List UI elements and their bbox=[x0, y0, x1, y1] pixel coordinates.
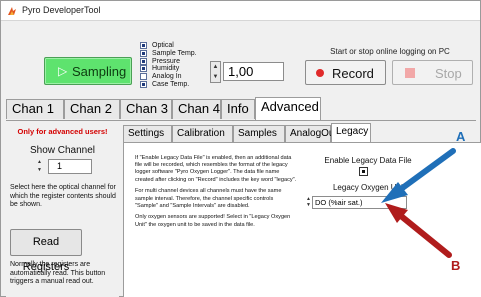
interval-input[interactable]: 1,00 bbox=[223, 62, 284, 81]
legacy-paragraph: Only oxygen sensors are supported! Selec… bbox=[135, 214, 291, 228]
sensor-checklist: Optical Sample Temp. Pressure Humidity Analo… bbox=[140, 42, 215, 89]
sensor-checkbox[interactable] bbox=[140, 42, 147, 49]
sensor-item[interactable]: Analog In bbox=[140, 73, 215, 81]
tab-advanced[interactable]: Advanced bbox=[255, 97, 321, 120]
sensor-item[interactable]: Humidity bbox=[140, 65, 215, 73]
legacy-description: If "Enable Legacy Data File" is enabled,… bbox=[135, 155, 297, 233]
stepper-down-icon[interactable]: ▼ bbox=[36, 167, 43, 174]
stepper-down-icon[interactable]: ▼ bbox=[305, 202, 312, 208]
advanced-left-panel: Only for advanced users! Show Channel ▲ … bbox=[6, 121, 119, 297]
sampling-button[interactable]: ▷ Sampling bbox=[44, 57, 132, 85]
sensor-label: Sample Temp. bbox=[152, 49, 197, 57]
stop-button[interactable]: Stop bbox=[392, 60, 473, 85]
registers-help-text: Normally the registers are automatically… bbox=[10, 261, 106, 285]
checkbox-mark bbox=[362, 170, 365, 173]
sensor-item[interactable]: Case Temp. bbox=[140, 80, 215, 89]
channel-help-text: Select here the optical channel for whic… bbox=[10, 184, 116, 208]
show-channel-label: Show Channel bbox=[29, 145, 96, 156]
channel-input[interactable]: 1 bbox=[48, 159, 92, 174]
app-window: Pyro DeveloperTool ▷ Sampling Optical Sam… bbox=[0, 0, 481, 297]
subtab-calibration[interactable]: Calibration bbox=[172, 125, 233, 142]
record-label: Record bbox=[332, 66, 374, 81]
sampling-label: Sampling bbox=[72, 64, 127, 79]
advanced-sub-tab-bar: Settings Calibration Samples AnalogOut Legac… bbox=[123, 123, 481, 142]
sensor-label: Humidity bbox=[152, 65, 180, 73]
subtab-legacy[interactable]: Legacy bbox=[331, 123, 371, 142]
subtab-settings[interactable]: Settings bbox=[123, 125, 172, 142]
enable-legacy-label: Enable Legacy Data File bbox=[324, 156, 412, 165]
sensor-label: Analog In bbox=[152, 73, 182, 81]
subtab-analogout[interactable]: AnalogOut bbox=[285, 125, 337, 142]
flame-icon bbox=[8, 7, 16, 15]
stepper-up-icon[interactable]: ▲ bbox=[212, 63, 219, 72]
advanced-warning: Only for advanced users! bbox=[17, 127, 108, 136]
subtab-samples[interactable]: Samples bbox=[233, 125, 285, 142]
legacy-unit-label: Legacy Oxygen Unit bbox=[332, 183, 406, 192]
tab-chan-4[interactable]: Chan 4 bbox=[172, 99, 221, 119]
tab-info[interactable]: Info bbox=[221, 99, 255, 119]
sensor-checkbox[interactable] bbox=[140, 65, 147, 73]
interval-stepper[interactable]: ▲ ▼ bbox=[210, 61, 221, 83]
annotation-label-b: B bbox=[451, 258, 461, 273]
sensor-checkbox[interactable] bbox=[140, 57, 147, 65]
stepper-up-icon[interactable]: ▲ bbox=[36, 159, 43, 166]
legacy-paragraph: For multi channel devices all channels m… bbox=[135, 188, 282, 209]
title-bar: Pyro DeveloperTool bbox=[1, 1, 480, 21]
sensor-checkbox[interactable] bbox=[140, 73, 147, 81]
sensor-checkbox[interactable] bbox=[140, 80, 147, 88]
record-button[interactable]: Record bbox=[305, 60, 386, 85]
window-title: Pyro DeveloperTool bbox=[22, 5, 101, 15]
sensor-item[interactable]: Optical bbox=[140, 42, 215, 50]
tab-chan-2[interactable]: Chan 2 bbox=[64, 99, 120, 119]
sensor-label: Pressure bbox=[152, 57, 181, 65]
sensor-item[interactable]: Sample Temp. bbox=[140, 49, 215, 58]
online-logging-hint: Start or stop online logging on PC bbox=[330, 47, 450, 56]
tab-chan-1[interactable]: Chan 1 bbox=[6, 99, 64, 119]
legacy-unit-select[interactable]: DO (%air sat.) bbox=[312, 196, 407, 209]
stop-label: Stop bbox=[435, 66, 462, 81]
play-icon: ▷ bbox=[58, 64, 68, 78]
main-tab-bar: Chan 1 Chan 2 Chan 3 Chan 4 Info Advanced bbox=[6, 97, 481, 121]
sensor-checkbox[interactable] bbox=[140, 49, 147, 57]
enable-legacy-checkbox[interactable] bbox=[359, 167, 368, 176]
sensor-label: Optical bbox=[152, 42, 174, 49]
annotation-label-a: A bbox=[456, 129, 466, 144]
stepper-down-icon[interactable]: ▼ bbox=[212, 73, 219, 82]
legacy-panel: If "Enable Legacy Data File" is enabled,… bbox=[123, 142, 481, 297]
sensor-label: Case Temp. bbox=[152, 80, 190, 88]
tab-chan-3[interactable]: Chan 3 bbox=[120, 99, 172, 119]
sensor-item[interactable]: Pressure bbox=[140, 57, 215, 66]
record-icon bbox=[316, 69, 324, 77]
legacy-paragraph: If "Enable Legacy Data File" is enabled,… bbox=[135, 155, 297, 183]
channel-stepper[interactable]: ▲ ▼ bbox=[35, 159, 45, 175]
read-registers-button[interactable]: Read Registers bbox=[10, 229, 82, 273]
stop-icon bbox=[405, 68, 415, 78]
